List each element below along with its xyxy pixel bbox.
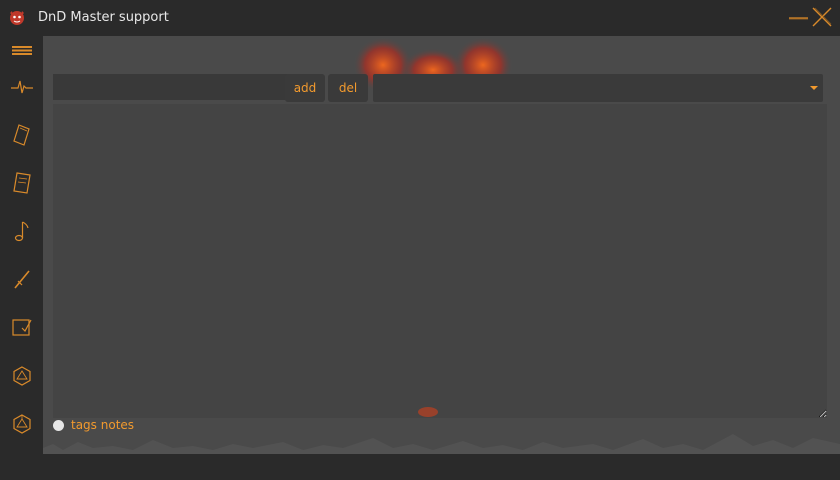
sidebar-item-dice[interactable]: [8, 362, 36, 390]
app-window: DnD Master support add del tags notes: [0, 0, 840, 480]
sidebar-item-card[interactable]: [8, 121, 36, 149]
delete-button[interactable]: del: [328, 74, 368, 102]
grass-decoration: [43, 434, 840, 454]
red-dragon-icon: [10, 11, 24, 25]
notes-select[interactable]: [373, 74, 823, 102]
name-input[interactable]: [53, 74, 297, 100]
d20-icon: [13, 366, 31, 386]
sidebar-item-dice-alt[interactable]: [8, 410, 36, 438]
add-button[interactable]: add: [285, 74, 325, 102]
window-title: DnD Master support: [38, 10, 169, 25]
d20-alt-icon: [13, 414, 31, 434]
sidebar: [0, 36, 43, 480]
notes-edit-icon: [12, 319, 32, 336]
sidebar-item-menu[interactable]: [8, 36, 36, 64]
main-panel: add del tags notes: [43, 36, 840, 454]
menu-icon: [12, 46, 32, 55]
sidebar-item-notes[interactable]: [8, 313, 36, 341]
minimize-icon[interactable]: [788, 8, 810, 26]
notes-textarea[interactable]: [53, 104, 827, 418]
sword-icon: [14, 270, 30, 289]
close-icon[interactable]: [811, 6, 833, 28]
pulse-icon: [11, 80, 33, 94]
chevron-down-icon[interactable]: [807, 76, 821, 100]
music-note-icon: [14, 221, 29, 242]
sidebar-item-scroll[interactable]: [8, 169, 36, 197]
sidebar-item-music[interactable]: [8, 217, 36, 245]
sidebar-item-sword[interactable]: [8, 265, 36, 293]
bottom-bar: [43, 454, 840, 480]
card-icon: [13, 124, 30, 146]
title-bar[interactable]: DnD Master support: [0, 0, 840, 36]
sidebar-item-pulse[interactable]: [8, 73, 36, 101]
ember-glow: [418, 407, 438, 417]
scroll-icon: [13, 172, 31, 194]
